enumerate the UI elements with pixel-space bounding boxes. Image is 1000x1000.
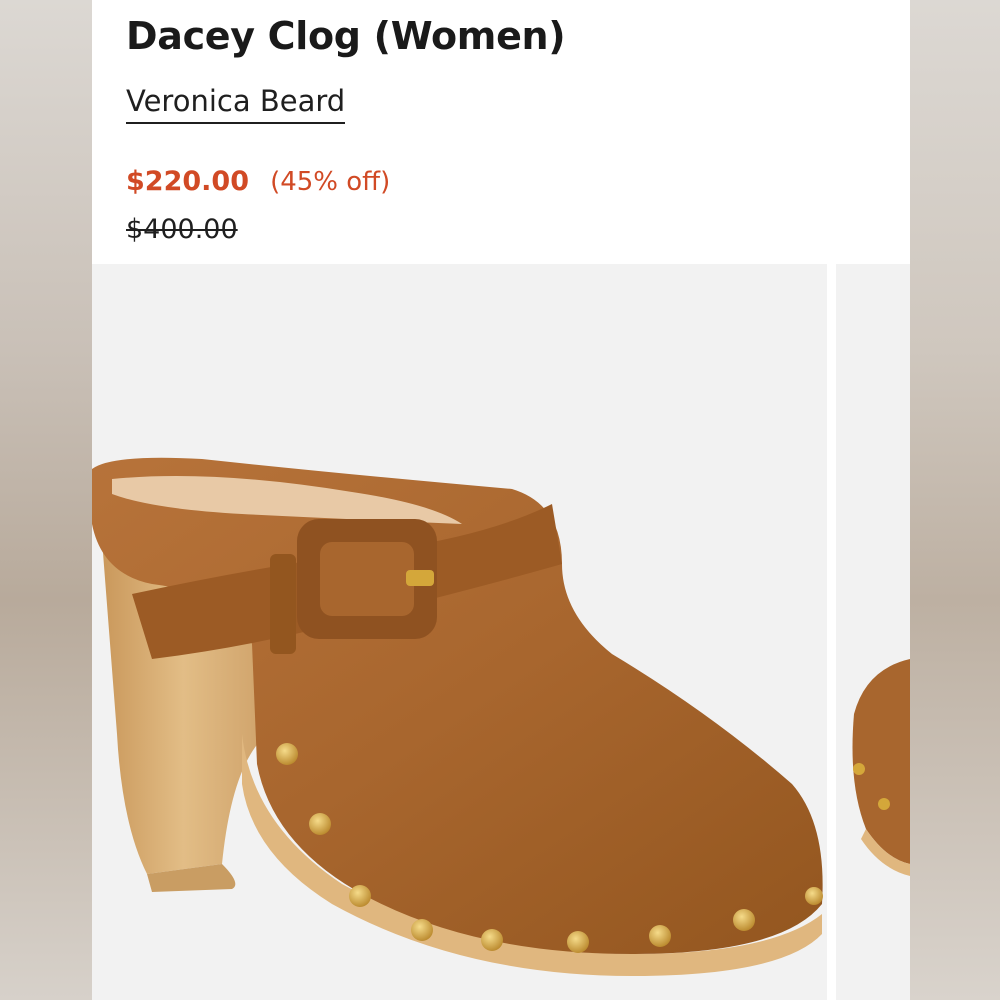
discount-label: (45% off) [270, 167, 391, 197]
product-header: Dacey Clog (Women) Veronica Beard $220.0… [126, 0, 886, 262]
background-blur-right [910, 0, 1000, 1000]
image-carousel[interactable] [92, 264, 910, 1000]
product-title: Dacey Clog (Women) [126, 14, 566, 58]
sale-price: $220.00 [126, 166, 249, 197]
product-image-next[interactable] [836, 264, 910, 1000]
clog-illustration-partial [852, 659, 910, 876]
product-image-main[interactable] [92, 264, 827, 1000]
clog-illustration [92, 457, 823, 976]
price-row: $220.00 (45% off) [126, 166, 390, 197]
product-panel: Dacey Clog (Women) Veronica Beard $220.0… [92, 0, 910, 1000]
background-blur-left [0, 0, 92, 1000]
original-price: $400.00 [126, 214, 238, 245]
brand-link[interactable]: Veronica Beard [126, 84, 346, 124]
